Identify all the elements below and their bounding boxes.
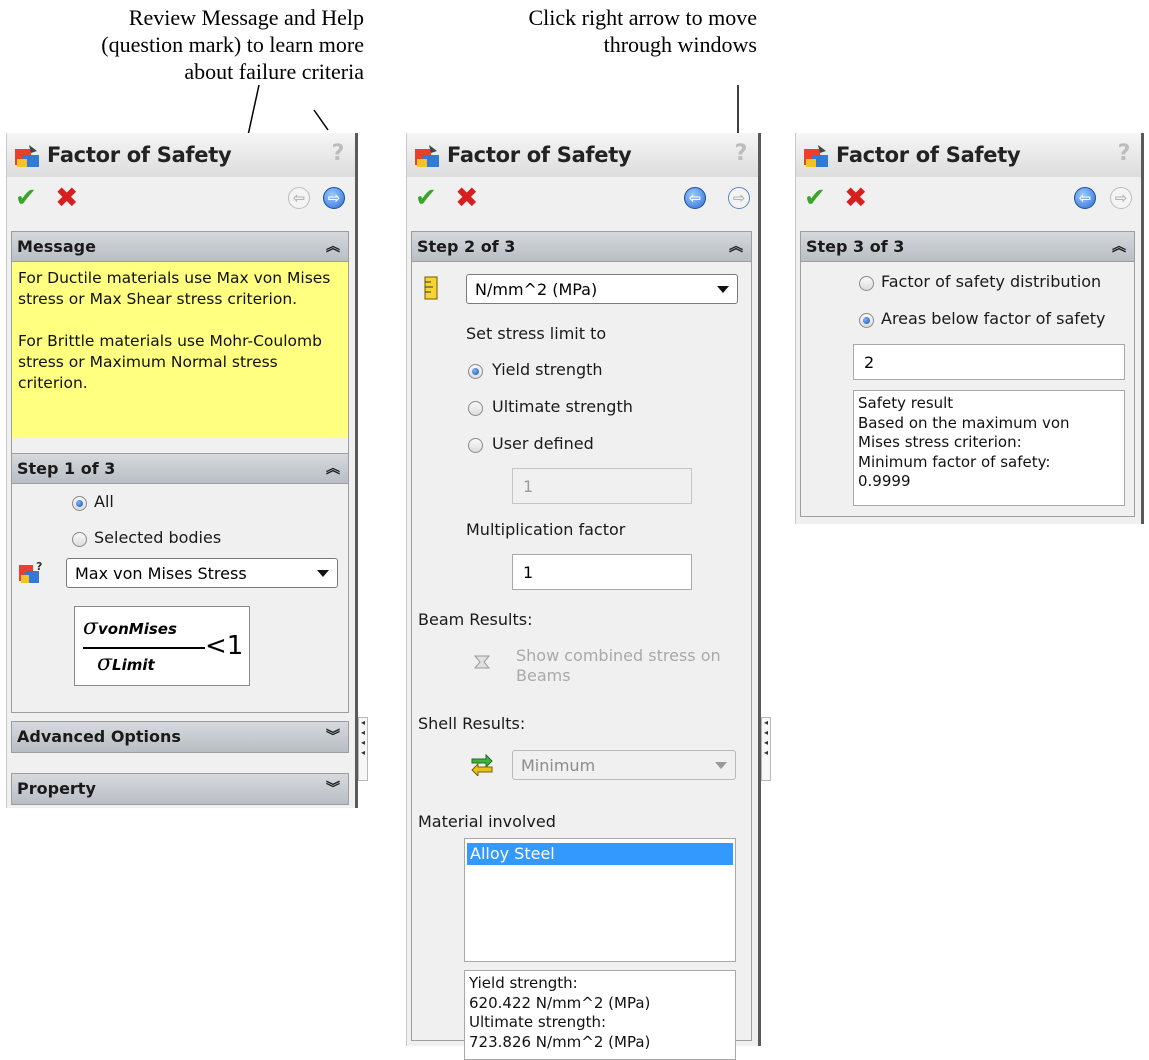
shell-results-label: Shell Results: [418, 714, 526, 733]
study-icon [415, 145, 439, 167]
help-icon[interactable]: ? [732, 141, 750, 167]
message-group: Message ︽ For Ductile materials use Max … [11, 231, 349, 455]
action-row: ✔ ✖ ⇦ ⇨ [7, 177, 355, 221]
shell-arrows-icon [471, 753, 493, 776]
checkmark-icon[interactable]: ✔ [415, 183, 437, 213]
back-arrow-icon[interactable]: ⇦ [684, 187, 706, 209]
formula-box: σvonMises σLimit <1 [74, 606, 250, 686]
radio-yield-strength[interactable] [468, 364, 483, 379]
message-header[interactable]: Message ︽ [12, 232, 348, 262]
next-arrow-icon[interactable]: ⇨ [323, 187, 345, 209]
radio-all-label: All [94, 492, 114, 511]
step3-group: Step 3 of 3 ︽ Factor of safety distribut… [800, 231, 1135, 517]
material-list-item-alloy-steel[interactable]: Alloy Steel [467, 843, 733, 865]
beam-icon [473, 655, 491, 669]
panel-resize-handle[interactable]: ◂ ◂ ◂ ◂ [358, 717, 368, 781]
fraction-bar [83, 647, 205, 649]
set-stress-limit-label: Set stress limit to [466, 324, 607, 343]
step3-header[interactable]: Step 3 of 3 ︽ [801, 232, 1134, 262]
multiplication-factor-label: Multiplication factor [466, 520, 626, 539]
radio-ultimate-strength-label: Ultimate strength [492, 397, 633, 416]
panel-title: Factor of Safety [836, 143, 1021, 167]
radio-user-defined[interactable] [468, 438, 483, 453]
step2-group: Step 2 of 3 ︽ N/mm^2 (MPa) Set stress li… [411, 231, 752, 1060]
message-text: For Ductile materials use Max von Mises … [12, 262, 348, 438]
panel-title-bar: Factor of Safety ? [7, 133, 355, 177]
chevron-down-icon [715, 762, 727, 769]
safety-result-info: Safety result Based on the maximum von M… [853, 390, 1125, 506]
chevron-down-icon [317, 570, 329, 577]
study-icon [15, 145, 39, 167]
radio-all[interactable] [72, 496, 87, 511]
step1-group: Step 1 of 3 ︽ All Selected bodies ? Max … [11, 453, 349, 713]
action-row: ✔ ✖ ⇦ ⇨ [407, 177, 758, 221]
chevron-down-icon [717, 286, 729, 293]
step1-header[interactable]: Step 1 of 3 ︽ [12, 454, 348, 484]
double-chevron-up-icon[interactable]: ︽ [326, 458, 340, 478]
panel-title-bar: Factor of Safety ? [407, 133, 758, 177]
panel-resize-handle[interactable]: ◂ ◂ ◂ ◂ [761, 717, 771, 781]
criterion-icon: ? [19, 560, 42, 583]
property-group: Property ︾ [11, 773, 349, 805]
advanced-options-group: Advanced Options ︾ [11, 721, 349, 753]
panel-title: Factor of Safety [447, 143, 632, 167]
radio-factor-of-safety-distribution[interactable] [859, 276, 874, 291]
material-strength-info: Yield strength: 620.422 N/mm^2 (MPa) Ult… [464, 970, 736, 1060]
study-icon [804, 145, 828, 167]
property-header[interactable]: Property ︾ [12, 774, 348, 804]
double-chevron-down-icon[interactable]: ︾ [326, 778, 340, 798]
back-arrow-icon[interactable]: ⇦ [1074, 187, 1096, 209]
factor-of-safety-panel-step2: Factor of Safety ? ✔ ✖ ⇦ ⇨ Step 2 of 3 ︽… [406, 133, 761, 1060]
x-icon[interactable]: ✖ [455, 181, 478, 214]
annotation-help-message: Review Message and Help (question mark) … [101, 5, 364, 84]
material-involved-label: Material involved [418, 812, 556, 831]
panel-title-bar: Factor of Safety ? [796, 133, 1141, 177]
units-dropdown[interactable]: N/mm^2 (MPa) [466, 274, 738, 304]
formula-rhs: <1 [205, 631, 244, 661]
double-chevron-up-icon[interactable]: ︽ [729, 236, 743, 256]
radio-user-defined-label: User defined [492, 434, 594, 453]
double-chevron-down-icon[interactable]: ︾ [326, 726, 340, 746]
next-arrow-icon[interactable]: ⇨ [728, 187, 750, 209]
formula-denominator: σLimit [97, 651, 155, 676]
formula-numerator: σvonMises [83, 615, 177, 640]
step2-header[interactable]: Step 2 of 3 ︽ [412, 232, 751, 262]
double-chevron-up-icon[interactable]: ︽ [1112, 236, 1126, 256]
shell-results-dropdown[interactable]: Minimum [512, 750, 736, 780]
checkmark-icon[interactable]: ✔ [15, 183, 37, 213]
radio-ultimate-strength[interactable] [468, 401, 483, 416]
radio-areas-below-factor-of-safety[interactable] [859, 313, 874, 328]
radio-selected-bodies[interactable] [72, 532, 87, 547]
show-combined-stress-option[interactable]: Show combined stress on Beams [516, 646, 746, 686]
radio-factor-of-safety-distribution-label: Factor of safety distribution [881, 272, 1102, 291]
help-icon[interactable]: ? [329, 141, 347, 167]
beam-results-label: Beam Results: [418, 610, 533, 629]
radio-selected-bodies-label: Selected bodies [94, 528, 222, 547]
annotation-right-arrow: Click right arrow to move through window… [528, 5, 757, 57]
material-list[interactable]: Alloy Steel [464, 838, 736, 962]
advanced-options-header[interactable]: Advanced Options ︾ [12, 722, 348, 752]
panel-title: Factor of Safety [47, 143, 232, 167]
multiplication-factor-input[interactable]: 1 [512, 554, 692, 590]
back-arrow-icon[interactable]: ⇦ [288, 187, 310, 209]
factor-of-safety-panel-step3: Factor of Safety ? ✔ ✖ ⇦ ⇨ Step 3 of 3 ︽… [795, 133, 1144, 524]
x-icon[interactable]: ✖ [844, 181, 867, 214]
next-arrow-icon[interactable]: ⇨ [1110, 187, 1132, 209]
user-defined-input[interactable]: 1 [512, 468, 692, 504]
action-row: ✔ ✖ ⇦ ⇨ [796, 177, 1141, 221]
checkmark-icon[interactable]: ✔ [804, 183, 826, 213]
x-icon[interactable]: ✖ [55, 181, 78, 214]
factor-of-safety-panel-step1: Factor of Safety ? ✔ ✖ ⇦ ⇨ Message ︽ For… [6, 133, 358, 808]
factor-of-safety-input[interactable]: 2 [853, 344, 1125, 380]
criterion-dropdown[interactable]: Max von Mises Stress [66, 558, 338, 588]
help-icon[interactable]: ? [1115, 141, 1133, 167]
radio-yield-strength-label: Yield strength [492, 360, 603, 379]
ruler-icon [424, 276, 438, 300]
radio-areas-below-factor-of-safety-label: Areas below factor of safety [881, 309, 1106, 328]
svg-text:?: ? [36, 560, 42, 573]
double-chevron-up-icon[interactable]: ︽ [326, 236, 340, 256]
